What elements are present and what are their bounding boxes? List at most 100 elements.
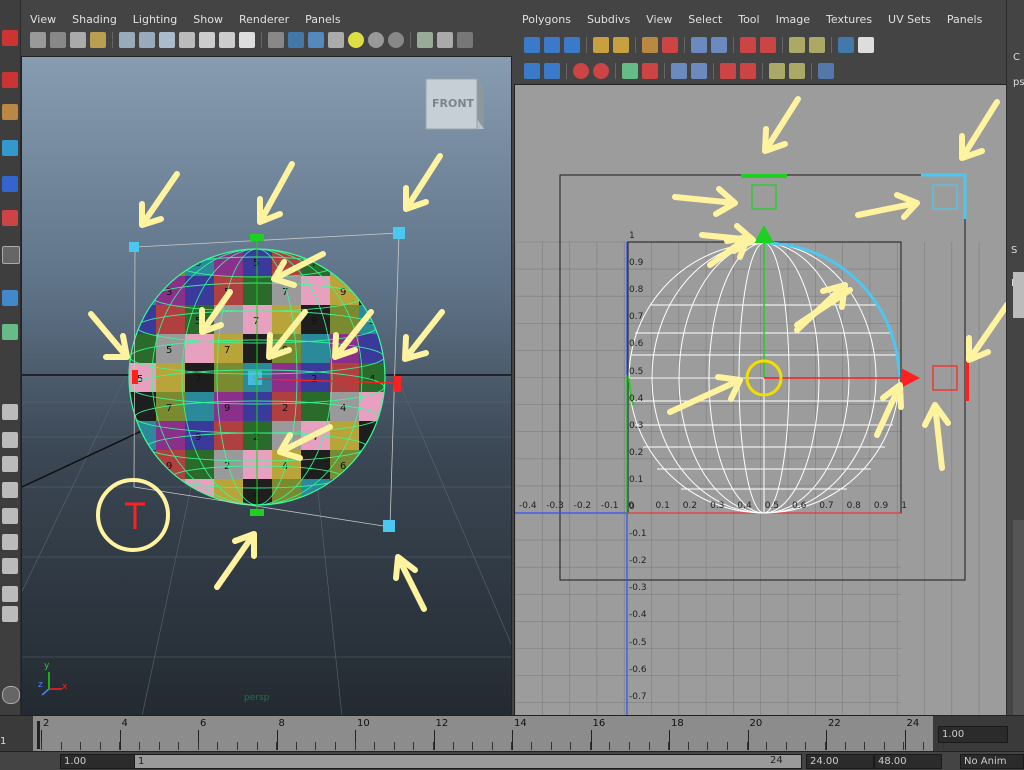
timeline-minor-tick bbox=[237, 742, 238, 750]
camera-attributes-icon[interactable] bbox=[50, 32, 66, 48]
uv-menu-subdivs[interactable]: Subdivs bbox=[587, 13, 630, 26]
image-range-icon[interactable] bbox=[818, 63, 834, 79]
time-slider-track[interactable] bbox=[33, 716, 933, 752]
relax-uv-icon[interactable] bbox=[691, 63, 707, 79]
scrollbar-thumb[interactable] bbox=[1013, 272, 1024, 318]
layout-outliner-persp-icon[interactable] bbox=[2, 586, 18, 602]
field-chart-icon[interactable] bbox=[199, 32, 215, 48]
menu-lighting[interactable]: Lighting bbox=[133, 13, 177, 26]
snapshot-icon[interactable] bbox=[809, 37, 825, 53]
layout-persp-graph-icon[interactable] bbox=[2, 508, 18, 524]
uv-move-icon[interactable] bbox=[544, 37, 560, 53]
anim-end-field[interactable]: 48.00 bbox=[874, 754, 942, 769]
sew-uv-icon[interactable] bbox=[691, 37, 707, 53]
film-gate-icon[interactable] bbox=[139, 32, 155, 48]
range-slider-bar[interactable]: 1 bbox=[134, 754, 802, 769]
gate-mask-icon[interactable] bbox=[179, 32, 195, 48]
lasso-tool-icon[interactable] bbox=[2, 72, 18, 88]
uv-menu-panels[interactable]: Panels bbox=[947, 13, 982, 26]
layout-uv-icon[interactable] bbox=[671, 63, 687, 79]
menu-panels[interactable]: Panels bbox=[305, 13, 340, 26]
use-all-lights-icon[interactable] bbox=[348, 32, 364, 48]
anim-layer-dropdown[interactable]: No Anim La bbox=[960, 754, 1024, 770]
soft-mod-icon[interactable] bbox=[2, 246, 20, 264]
uv-tweak-icon[interactable] bbox=[544, 63, 560, 79]
rotate-cw-icon[interactable] bbox=[593, 63, 609, 79]
layout-graph-icon[interactable] bbox=[2, 606, 18, 622]
checker-toggle-icon[interactable] bbox=[858, 37, 874, 53]
layout-four-icon[interactable] bbox=[2, 432, 18, 448]
align-max-v-icon[interactable] bbox=[740, 63, 756, 79]
snap-pixel-icon[interactable] bbox=[769, 63, 785, 79]
flip-u-icon[interactable] bbox=[593, 37, 609, 53]
resolution-gate-icon[interactable] bbox=[159, 32, 175, 48]
ambient-occlusion-icon[interactable] bbox=[388, 32, 404, 48]
select-camera-icon[interactable] bbox=[30, 32, 46, 48]
rotate-ccw-icon[interactable] bbox=[573, 63, 589, 79]
shadows-icon[interactable] bbox=[368, 32, 384, 48]
shade-uv-icon[interactable] bbox=[789, 63, 805, 79]
flip-v-icon[interactable] bbox=[613, 37, 629, 53]
select-tool-icon[interactable] bbox=[2, 30, 18, 46]
paint-tool-icon[interactable] bbox=[2, 104, 18, 120]
layout-hypershade-icon[interactable] bbox=[2, 534, 18, 550]
grid-icon[interactable] bbox=[119, 32, 135, 48]
wireframe-icon[interactable] bbox=[268, 32, 284, 48]
range-start-field[interactable]: 1.00 bbox=[60, 754, 136, 769]
current-frame-field[interactable]: 1.00 bbox=[938, 726, 1008, 743]
uv-menu-tool[interactable]: Tool bbox=[738, 13, 759, 26]
xray-joints-icon[interactable] bbox=[457, 32, 473, 48]
range-end-field[interactable]: 24.00 bbox=[806, 754, 874, 769]
uv-menu-view[interactable]: View bbox=[646, 13, 672, 26]
current-time-marker[interactable] bbox=[37, 721, 40, 749]
timeline-minor-tick bbox=[825, 742, 826, 750]
scale-tool-icon[interactable] bbox=[2, 210, 18, 226]
layout-outliner-icon[interactable] bbox=[2, 558, 18, 574]
bookmarks-icon[interactable] bbox=[70, 32, 86, 48]
align-min-v-icon[interactable] bbox=[720, 63, 736, 79]
menu-show[interactable]: Show bbox=[193, 13, 223, 26]
move-tool-icon[interactable] bbox=[2, 140, 18, 156]
cut-uv-icon[interactable] bbox=[642, 37, 658, 53]
show-manipulator-icon[interactable] bbox=[2, 290, 18, 306]
layout-side-icon[interactable] bbox=[2, 456, 18, 472]
uv-menu-image[interactable]: Image bbox=[776, 13, 810, 26]
uv-smudge-icon[interactable] bbox=[564, 37, 580, 53]
timeline-minor-tick bbox=[864, 742, 866, 750]
move-sew-icon[interactable] bbox=[711, 37, 727, 53]
menu-shading[interactable]: Shading bbox=[72, 13, 117, 26]
wireframe-on-shaded-icon[interactable] bbox=[308, 32, 324, 48]
unfold-icon[interactable] bbox=[622, 63, 638, 79]
align-min-u-icon[interactable] bbox=[740, 37, 756, 53]
quick-layout-icon[interactable] bbox=[2, 686, 20, 704]
safe-title-icon[interactable] bbox=[239, 32, 255, 48]
uv-menu-select[interactable]: Select bbox=[688, 13, 722, 26]
smooth-shade-icon[interactable] bbox=[288, 32, 304, 48]
display-image-icon[interactable] bbox=[838, 37, 854, 53]
grid-uv-icon[interactable] bbox=[789, 37, 805, 53]
textured-icon[interactable] bbox=[328, 32, 344, 48]
layout-single-icon[interactable] bbox=[2, 404, 18, 420]
uv-menu-textures[interactable]: Textures bbox=[826, 13, 872, 26]
image-plane-icon[interactable] bbox=[90, 32, 106, 48]
menu-renderer[interactable]: Renderer bbox=[239, 13, 289, 26]
menu-view[interactable]: View bbox=[30, 13, 56, 26]
perspective-viewport[interactable]: 1357935793579257925792479247924692469246… bbox=[21, 56, 512, 717]
uv-menu-uvsets[interactable]: UV Sets bbox=[888, 13, 931, 26]
uv-texture-editor[interactable]: 1 0.9 0.8 0.7 0.6 0.5 0.4 0.3 0.2 0.1 0 -0.1 -0.2 -0.… bbox=[514, 84, 1007, 717]
straighten-icon[interactable] bbox=[642, 63, 658, 79]
timeline-tick-label: 2 bbox=[43, 718, 50, 729]
align-max-u-icon[interactable] bbox=[760, 37, 776, 53]
uv-menu-polygons[interactable]: Polygons bbox=[522, 13, 571, 26]
xray-icon[interactable] bbox=[437, 32, 453, 48]
safe-action-icon[interactable] bbox=[219, 32, 235, 48]
split-uv-icon[interactable] bbox=[662, 37, 678, 53]
rotate-tool-icon[interactable] bbox=[2, 176, 18, 192]
uv-select-icon[interactable] bbox=[524, 37, 540, 53]
uv-axis-y-label: 0.5 bbox=[629, 366, 644, 377]
isolate-select-icon[interactable] bbox=[417, 32, 433, 48]
last-tool-icon[interactable] bbox=[2, 324, 18, 340]
layout-stack-icon[interactable] bbox=[2, 482, 18, 498]
uv-lattice-icon[interactable] bbox=[524, 63, 540, 79]
time-slider[interactable]: 2 4 6 8 10 12 14 16 18 20 22 24 1.00 1 bbox=[0, 715, 1024, 752]
